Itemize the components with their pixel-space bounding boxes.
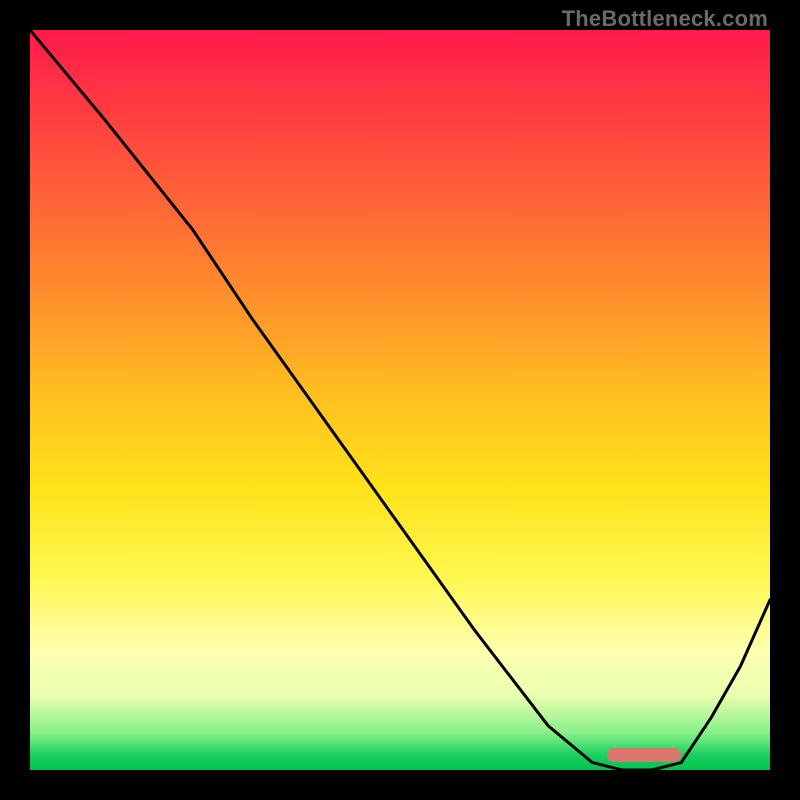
bottleneck-curve — [30, 30, 770, 770]
curve-path — [30, 30, 770, 770]
chart-frame: TheBottleneck.com — [0, 0, 800, 800]
plot-area — [30, 30, 770, 770]
optimum-band — [607, 748, 681, 762]
watermark-text: TheBottleneck.com — [562, 6, 768, 32]
